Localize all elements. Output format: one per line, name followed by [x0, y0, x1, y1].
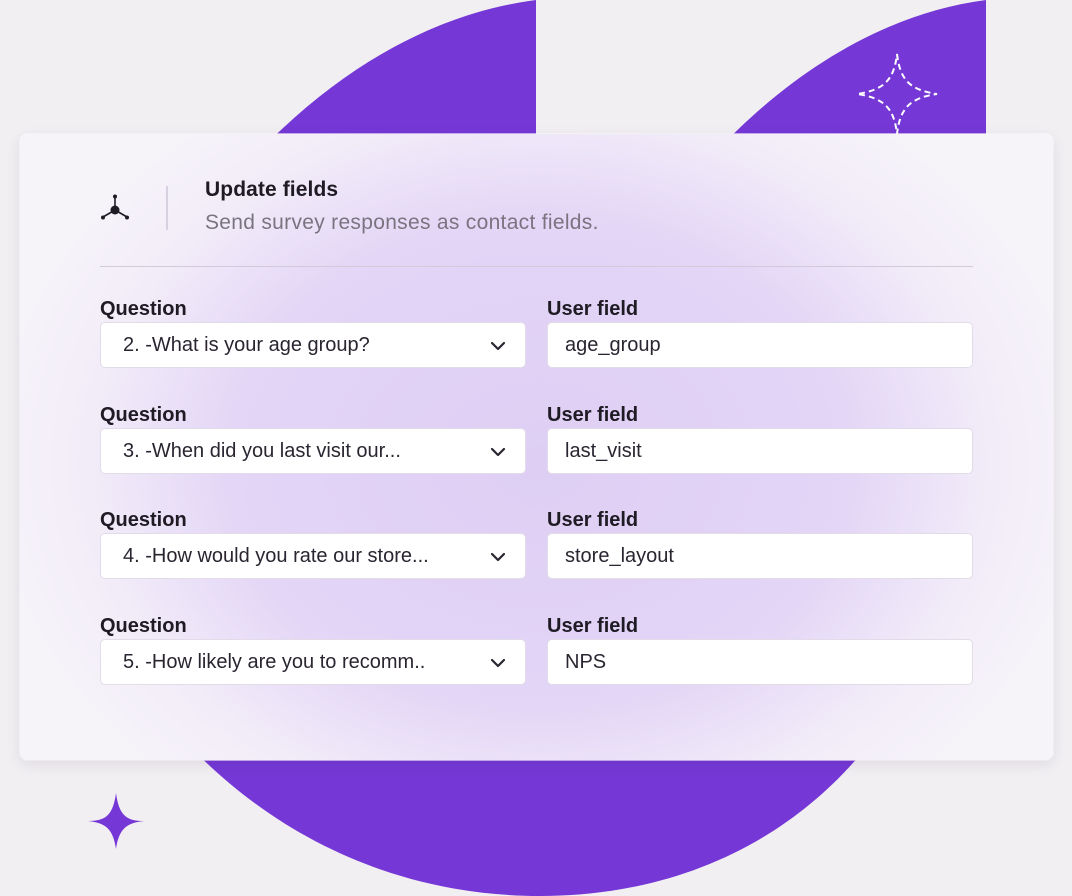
question-label: Question	[100, 509, 187, 531]
question-select-value: 5. -How likely are you to recomm..	[123, 650, 426, 673]
user-field-value: age_group	[565, 333, 661, 356]
user-field-input[interactable]: NPS	[547, 639, 973, 685]
question-select-value: 4. -How would you rate our store...	[123, 544, 429, 567]
user-field-input[interactable]: store_layout	[547, 533, 973, 579]
user-field-label: User field	[547, 615, 639, 637]
user-field-label: User field	[547, 509, 639, 531]
question-select-value: 3. -When did you last visit our...	[123, 439, 401, 462]
question-label: Question	[100, 298, 187, 320]
header-divider	[166, 186, 168, 230]
question-label: Question	[100, 615, 187, 637]
question-label: Question	[100, 404, 187, 426]
mapping-row: Question User field 3. -When did you las…	[100, 404, 973, 494]
question-select[interactable]: 2. -What is your age group?	[100, 322, 526, 368]
question-select[interactable]: 5. -How likely are you to recomm..	[100, 639, 526, 685]
update-fields-card: Update fields Send survey responses as c…	[20, 134, 1053, 760]
mapping-row: Question User field 2. -What is your age…	[100, 298, 973, 388]
user-field-value: last_visit	[565, 439, 642, 462]
card-title: Update fields	[205, 178, 339, 201]
question-select[interactable]: 3. -When did you last visit our...	[100, 428, 526, 474]
sparkle-filled-icon	[88, 793, 144, 849]
user-field-value: store_layout	[565, 544, 674, 567]
card-header: Update fields Send survey responses as c…	[100, 178, 973, 267]
user-field-label: User field	[547, 298, 639, 320]
chevron-down-icon[interactable]	[489, 548, 507, 566]
card-subtitle: Send survey responses as contact fields.	[205, 211, 599, 234]
question-select-value: 2. -What is your age group?	[123, 333, 370, 356]
mapping-row: Question User field 4. -How would you ra…	[100, 509, 973, 599]
user-field-input[interactable]: last_visit	[547, 428, 973, 474]
user-field-value: NPS	[565, 650, 607, 673]
question-select[interactable]: 4. -How would you rate our store...	[100, 533, 526, 579]
chevron-down-icon[interactable]	[489, 337, 507, 355]
chevron-down-icon[interactable]	[489, 654, 507, 672]
mapping-row: Question User field 5. -How likely are y…	[100, 615, 973, 705]
user-field-input[interactable]: age_group	[547, 322, 973, 368]
chevron-down-icon[interactable]	[489, 443, 507, 461]
share-nodes-icon	[101, 194, 129, 220]
user-field-label: User field	[547, 404, 639, 426]
